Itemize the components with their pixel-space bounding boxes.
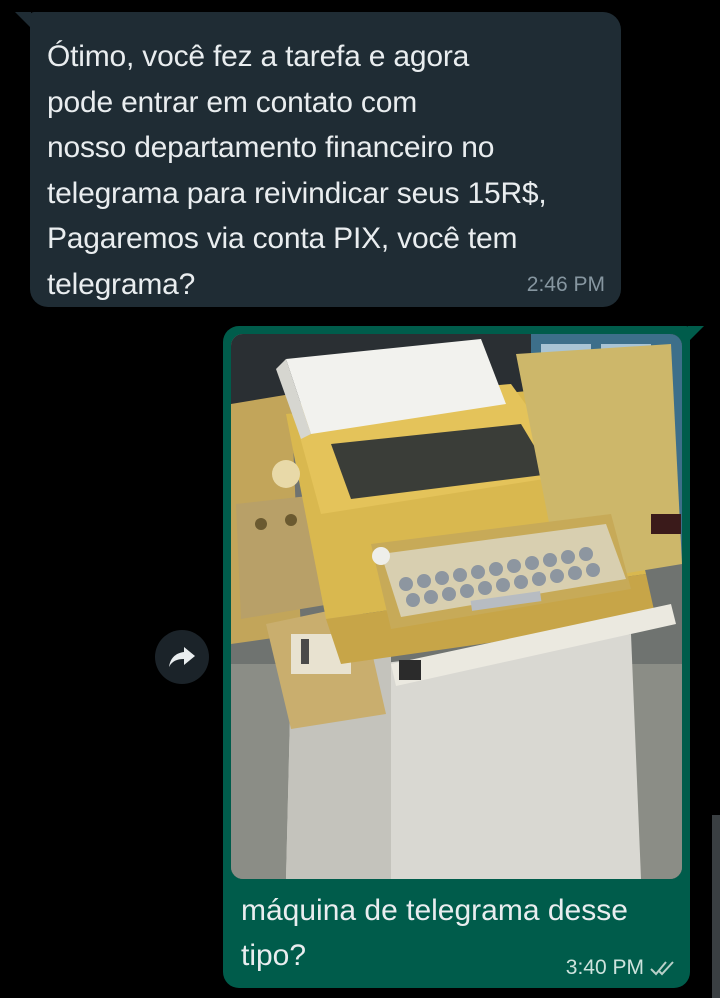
outgoing-message-bubble[interactable]: máquina de telegrama desse tipo? 3:40 PM	[223, 326, 690, 988]
incoming-message-bubble[interactable]: Ótimo, você fez a tarefa e agora pode en…	[30, 12, 621, 307]
incoming-bubble-tail	[15, 12, 31, 28]
outgoing-message-meta: 3:40 PM	[566, 956, 676, 980]
forward-button[interactable]	[155, 630, 209, 684]
incoming-message-time: 2:46 PM	[526, 273, 605, 296]
forward-arrow-icon	[169, 647, 195, 667]
incoming-message-text: Ótimo, você fez a tarefa e agora pode en…	[47, 40, 547, 301]
double-check-icon	[650, 961, 674, 976]
teleprinter-illustration	[231, 334, 682, 879]
scroll-edge	[712, 815, 720, 998]
teleprinter-photo[interactable]	[231, 334, 682, 879]
outgoing-bubble-tail	[688, 326, 704, 342]
outgoing-message-time: 3:40 PM	[565, 956, 644, 979]
